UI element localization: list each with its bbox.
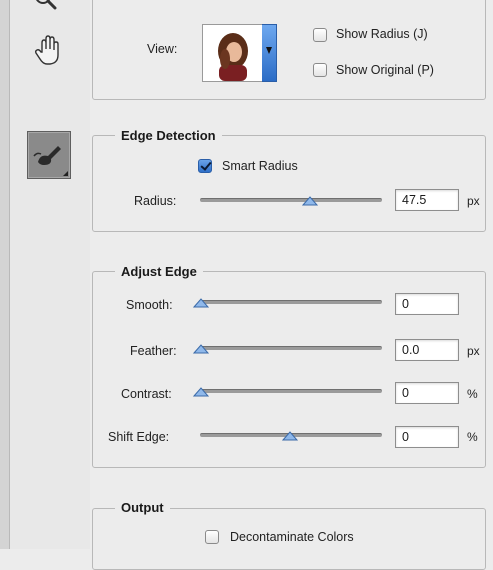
- feather-unit: px: [467, 344, 480, 358]
- show-original-checkbox[interactable]: [313, 63, 327, 77]
- refine-radius-tool-button[interactable]: [27, 131, 71, 179]
- radius-label: Radius:: [134, 194, 177, 208]
- shift-edge-slider-thumb[interactable]: [281, 428, 299, 441]
- shift-edge-unit: %: [467, 430, 478, 444]
- adjust-edge-title: Adjust Edge: [115, 264, 203, 279]
- contrast-slider-thumb[interactable]: [192, 384, 210, 397]
- smooth-input[interactable]: 0: [395, 293, 459, 315]
- feather-slider-thumb[interactable]: [192, 341, 210, 354]
- contrast-label: Contrast:: [121, 387, 172, 401]
- radius-slider-thumb[interactable]: [301, 193, 319, 206]
- feather-label: Feather:: [130, 344, 177, 358]
- show-radius-checkbox[interactable]: [313, 28, 327, 42]
- view-label: View:: [147, 42, 178, 56]
- show-original-label: Show Original (P): [336, 63, 434, 77]
- show-radius-label: Show Radius (J): [336, 27, 428, 41]
- zoom-tool-icon[interactable]: [33, 0, 61, 14]
- smart-radius-checkbox[interactable]: [198, 159, 212, 173]
- contrast-input[interactable]: 0: [395, 382, 459, 404]
- tool-options-corner-icon: [63, 171, 68, 176]
- smart-radius-label: Smart Radius: [222, 159, 298, 173]
- smooth-label: Smooth:: [126, 298, 173, 312]
- feather-input[interactable]: 0.0: [395, 339, 459, 361]
- hand-tool-icon[interactable]: [34, 34, 64, 68]
- decontaminate-colors-label: Decontaminate Colors: [230, 530, 354, 544]
- edge-detection-group: [92, 135, 486, 232]
- edge-detection-title: Edge Detection: [115, 128, 222, 143]
- tool-strip: [0, 0, 90, 549]
- view-mode-dropdown-button[interactable]: [262, 24, 277, 82]
- radius-input[interactable]: 47.5: [395, 189, 459, 211]
- smooth-slider-thumb[interactable]: [192, 295, 210, 308]
- chevron-down-icon: [266, 47, 272, 54]
- feather-slider-track[interactable]: [200, 346, 382, 350]
- shift-edge-label: Shift Edge:: [108, 430, 170, 444]
- portrait-thumbnail-icon: [218, 33, 248, 81]
- radius-unit: px: [467, 194, 480, 208]
- view-thumbnail[interactable]: [202, 24, 264, 82]
- output-title: Output: [115, 500, 170, 515]
- contrast-slider-track[interactable]: [200, 389, 382, 393]
- decontaminate-colors-checkbox[interactable]: [205, 530, 219, 544]
- panel-edge: [0, 0, 10, 549]
- contrast-unit: %: [467, 387, 478, 401]
- smooth-slider-track[interactable]: [200, 300, 382, 304]
- radius-slider-track[interactable]: [200, 198, 382, 202]
- shift-edge-input[interactable]: 0: [395, 426, 459, 448]
